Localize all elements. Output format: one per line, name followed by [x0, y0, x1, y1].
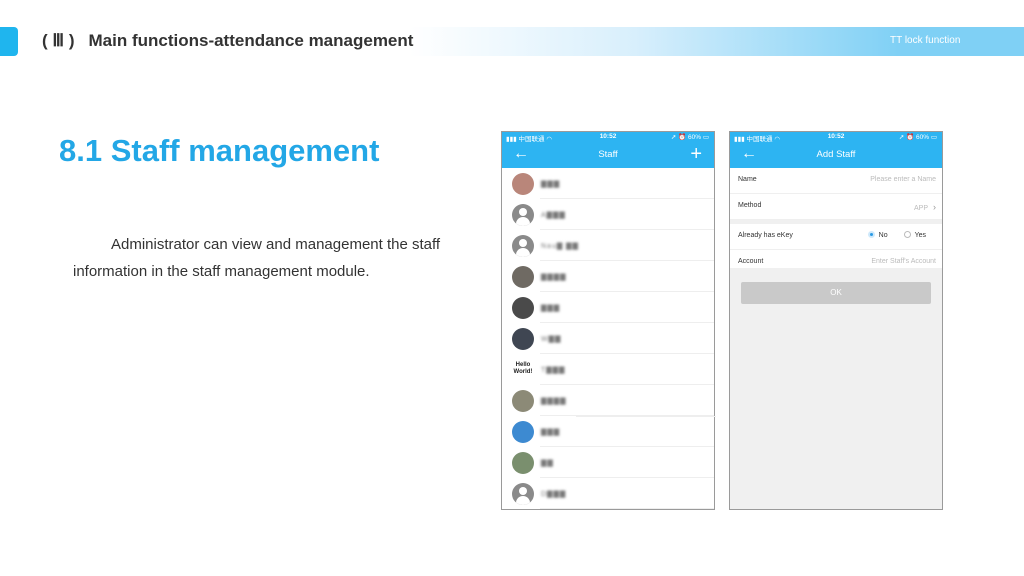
row-divider — [540, 508, 714, 509]
header-right-label: TT lock function — [890, 35, 961, 46]
staff-list-item[interactable]: A▇▇▇ — [502, 199, 714, 230]
radio-unchecked-icon[interactable] — [903, 231, 911, 238]
section-number: ( Ⅲ ) — [42, 31, 75, 50]
add-staff-phone-screen: ▮▮▮ 中国联通 ◠ 10:52 ➚ ⏰ 60% ▭ ← Add Staff N… — [729, 131, 943, 510]
avatar — [512, 328, 534, 350]
staff-navbar: ← Staff + — [502, 142, 714, 168]
description: Administrator can view and management th… — [73, 231, 493, 285]
staff-list-item[interactable]: ▇▇▇▇ — [502, 385, 714, 416]
section-title: 8.1 Staff management — [59, 133, 380, 168]
staff-name: ▇▇▇ — [541, 429, 561, 436]
ekey-label: Already has eKey — [738, 232, 793, 239]
name-input[interactable]: Please enter a Name — [870, 176, 936, 183]
staff-list-item[interactable]: D▇▇▇ — [502, 478, 714, 509]
staff-name: D▇▇▇ — [541, 491, 567, 498]
battery-indicator: ➚ ⏰ 60% ▭ — [670, 134, 709, 141]
staff-list-item[interactable]: ▇▇▇▇ — [502, 261, 714, 292]
header-accent-tab — [0, 27, 18, 56]
default-avatar-icon — [512, 235, 534, 257]
status-bar: ▮▮▮ 中国联通 ◠ 10:52 ➚ ⏰ 60% ▭ — [502, 132, 714, 143]
method-row[interactable]: Method APP › — [730, 194, 942, 220]
divider — [576, 416, 716, 417]
staff-name: A▇▇▇ — [541, 212, 566, 219]
form-background — [730, 268, 942, 509]
avatar — [512, 421, 534, 443]
staff-list-item[interactable]: W▇▇ — [502, 323, 714, 354]
staff-name: T▇▇▇ — [541, 367, 566, 374]
staff-name: ▇▇▇▇ — [541, 398, 567, 405]
method-select[interactable]: APP › — [914, 202, 936, 212]
staff-name: ▇▇ — [541, 460, 554, 467]
avatar — [512, 173, 534, 195]
staff-name: Nau▇ ▇▇ — [541, 243, 579, 250]
radio-no[interactable]: No — [867, 231, 888, 239]
battery-indicator: ➚ ⏰ 60% ▭ — [898, 134, 937, 141]
header-title: ( Ⅲ ) Main functions-attendance managemen… — [42, 31, 413, 51]
avatar: Hello World! — [512, 359, 534, 381]
staff-list-item[interactable]: ▇▇▇ — [502, 168, 714, 199]
default-avatar-icon — [512, 483, 534, 505]
staff-phone-screen: ▮▮▮ 中国联通 ◠ 10:52 ➚ ⏰ 60% ▭ ← Staff + ▇▇▇… — [501, 131, 715, 510]
default-avatar-icon — [512, 204, 534, 226]
ekey-radio-group: No Yes — [867, 231, 926, 239]
staff-list-item[interactable]: Nau▇ ▇▇ — [502, 230, 714, 261]
avatar — [512, 266, 534, 288]
ok-button[interactable]: OK — [741, 282, 931, 304]
staff-name: W▇▇ — [541, 336, 562, 343]
radio-checked-icon[interactable] — [867, 231, 875, 238]
method-label: Method — [738, 202, 762, 209]
staff-list-item[interactable]: Hello World! T▇▇▇ — [502, 354, 714, 385]
staff-name: ▇▇▇▇ — [541, 274, 567, 281]
add-staff-navbar: ← Add Staff — [730, 142, 942, 168]
chevron-right-icon: › — [933, 202, 936, 212]
staff-list: ▇▇▇ A▇▇▇ Nau▇ ▇▇ ▇▇▇▇ ▇▇▇ W▇▇ Hello World! T▇▇▇… — [502, 168, 714, 509]
avatar — [512, 390, 534, 412]
avatar — [512, 452, 534, 474]
account-label: Account — [738, 258, 764, 265]
add-staff-plus-icon[interactable]: + — [690, 143, 702, 165]
status-bar: ▮▮▮ 中国联通 ◠ 10:52 ➚ ⏰ 60% ▭ — [730, 132, 942, 143]
radio-yes[interactable]: Yes — [903, 231, 926, 239]
staff-name: ▇▇▇ — [541, 181, 561, 188]
account-input[interactable]: Enter Staff's Account — [871, 258, 936, 265]
ekey-row: Already has eKey No Yes — [730, 224, 942, 250]
staff-list-item[interactable]: ▇▇ — [502, 447, 714, 478]
name-row[interactable]: Name Please enter a Name — [730, 168, 942, 194]
description-text: Administrator can view and management th… — [73, 236, 441, 280]
avatar — [512, 297, 534, 319]
add-staff-page-title: Add Staff — [816, 149, 856, 160]
header-title-text: Main functions-attendance management — [88, 31, 414, 50]
staff-page-title: Staff — [598, 149, 618, 160]
staff-list-item[interactable]: ▇▇▇ — [502, 416, 714, 447]
staff-list-item[interactable]: ▇▇▇ — [502, 292, 714, 323]
staff-name: ▇▇▇ — [541, 305, 561, 312]
name-label: Name — [738, 176, 757, 183]
